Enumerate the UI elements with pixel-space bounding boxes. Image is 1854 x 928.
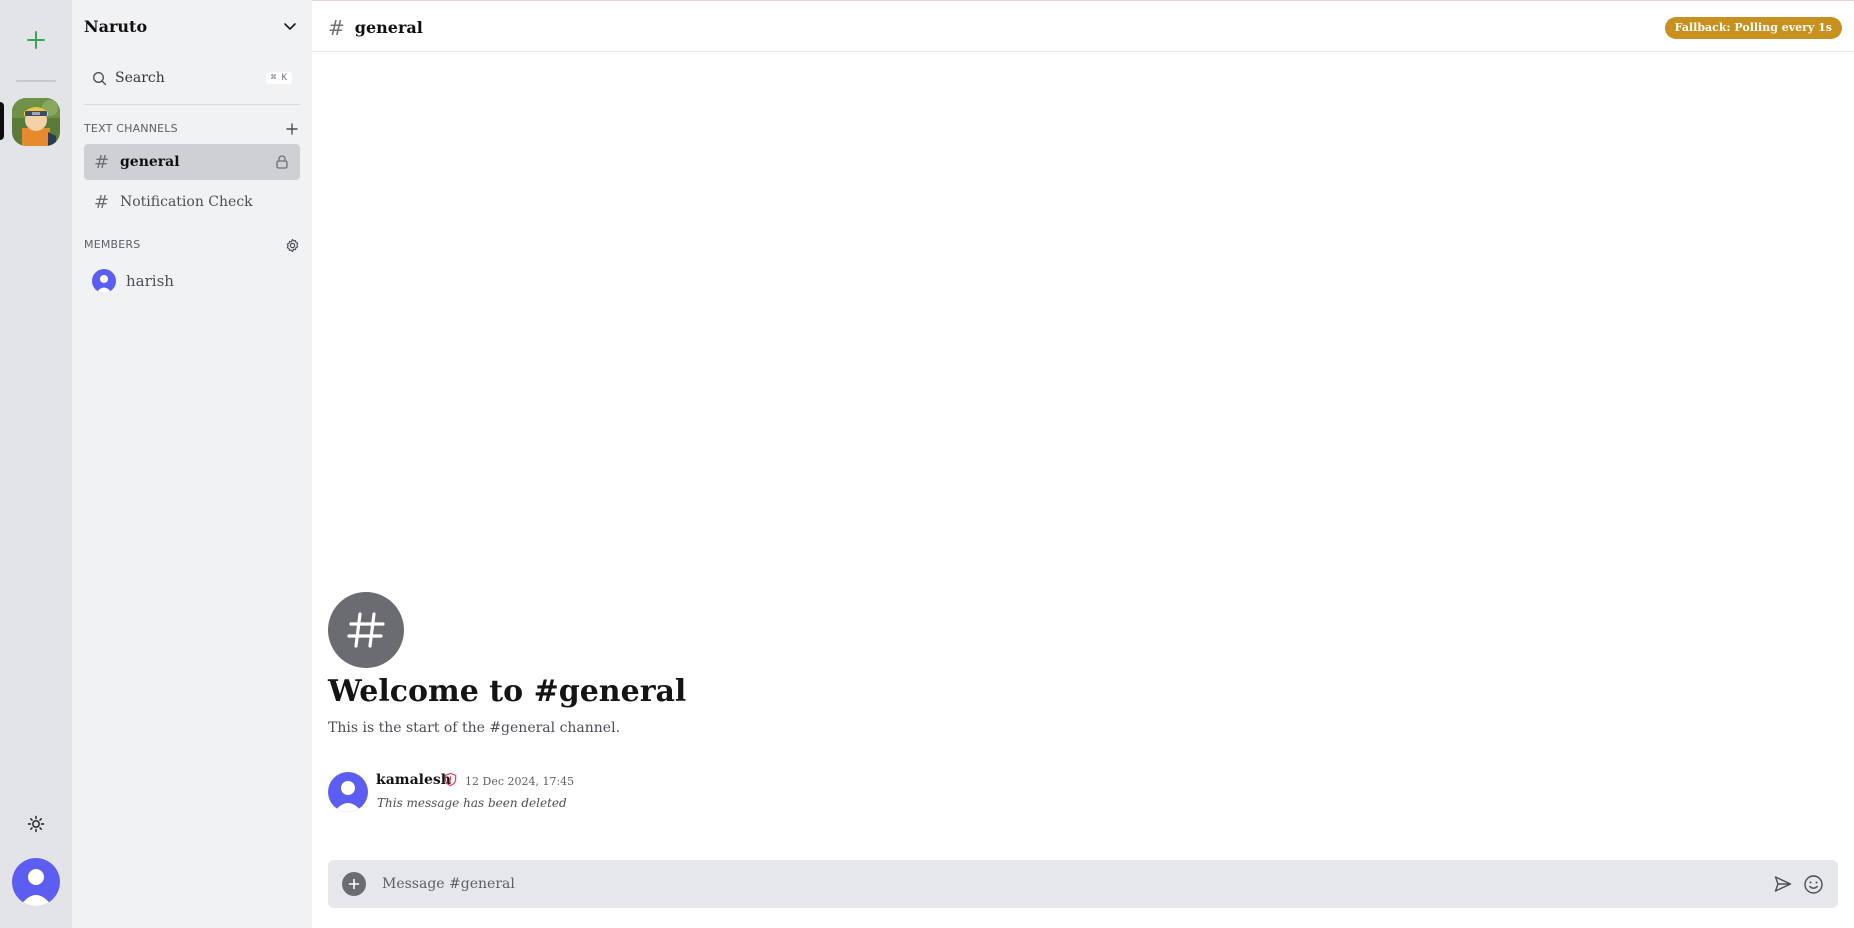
welcome-title: Welcome to #general [328,674,687,709]
user-avatar[interactable] [12,858,60,906]
shield-alert-icon [444,772,457,787]
lock-icon [276,155,288,169]
message-composer [328,860,1838,908]
message-input[interactable] [382,876,1764,892]
smile-icon [1803,874,1823,894]
search-icon [93,71,107,85]
plus-icon [27,31,45,49]
add-channel-button[interactable] [284,121,300,137]
active-server-indicator [0,102,4,140]
chat-main: # general Fallback: Polling every 1s Wel… [312,0,1854,928]
channel-name: Notification Check [120,194,253,210]
hash-icon: # [94,151,110,173]
welcome-subtitle: This is the start of the #general channe… [328,720,621,736]
message-author[interactable]: kamalesh [376,772,451,788]
message-timestamp: 12 Dec 2024, 17:45 [465,775,575,788]
plus-icon [348,878,360,890]
channel-item-general[interactable]: # general [84,144,300,180]
add-server-button[interactable] [16,20,56,60]
hash-icon: # [94,191,110,213]
sidebar-divider [84,104,300,105]
plus-icon [286,123,298,135]
theme-toggle-button[interactable] [24,812,48,836]
member-settings-button[interactable] [284,237,300,253]
sun-icon [27,815,45,833]
attach-button[interactable] [342,872,366,896]
avatar[interactable] [328,772,368,812]
user-avatar-icon [12,858,60,906]
text-channels-label: TEXT CHANNELS [84,122,178,135]
message-content: This message has been deleted [377,796,567,810]
message-item: kamalesh 12 Dec 2024, 17:45 This message… [328,768,1328,816]
avatar [92,269,116,293]
send-icon [1774,876,1792,892]
send-button[interactable] [1772,873,1794,895]
hash-icon: # [328,15,345,40]
welcome-hash-icon [328,592,404,668]
channel-name: general [120,154,180,170]
emoji-button[interactable] [1802,873,1824,895]
search-button[interactable]: Search ⌘ K [84,64,300,92]
server-header[interactable]: Naruto [72,0,312,52]
server-icon-naruto[interactable] [12,98,60,146]
channel-sidebar: Naruto Search ⌘ K TEXT CHANNELS # genera… [72,0,312,928]
server-rail [0,0,72,928]
chat-header: # general [312,4,1854,52]
server-name: Naruto [84,16,148,36]
channel-title: general [354,18,423,37]
search-shortcut: ⌘ K [265,72,292,84]
member-name: harish [126,272,174,290]
search-label: Search [115,70,165,86]
connection-status-badge: Fallback: Polling every 1s [1664,17,1842,39]
member-item-harish[interactable]: harish [84,266,300,296]
members-label: MEMBERS [84,238,141,251]
rail-divider [16,80,56,82]
channel-item-notification-check[interactable]: # Notification Check [84,184,300,220]
gear-icon [286,238,298,252]
chevron-down-icon [284,23,296,30]
